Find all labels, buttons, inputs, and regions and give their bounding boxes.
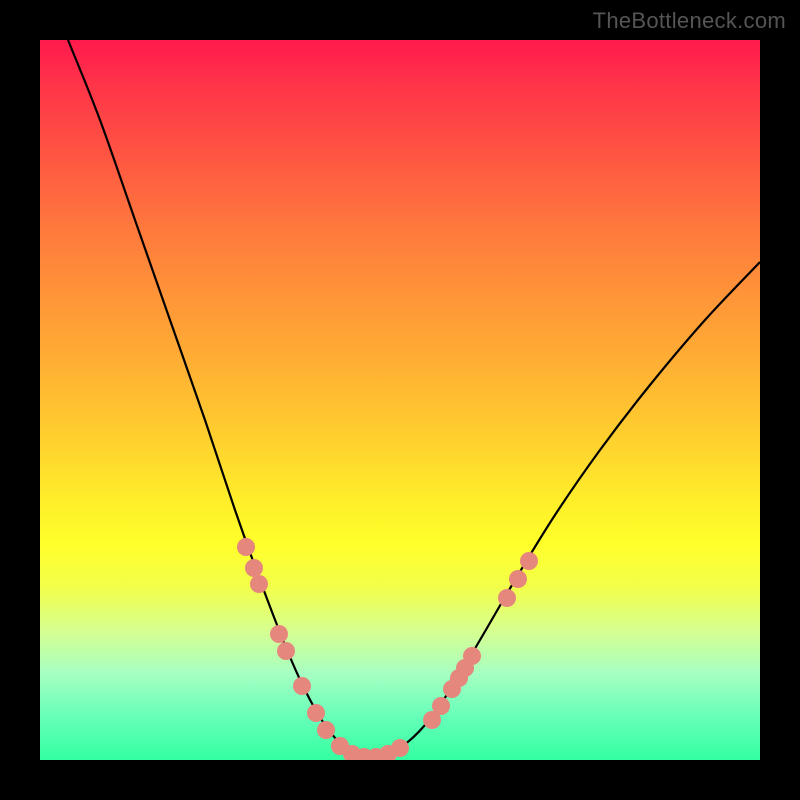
highlight-dot xyxy=(270,625,288,643)
highlight-dot xyxy=(520,552,538,570)
bottleneck-curve xyxy=(68,40,760,757)
highlight-dot xyxy=(391,739,409,757)
highlight-dot xyxy=(237,538,255,556)
highlight-dot xyxy=(245,559,263,577)
highlight-dot xyxy=(317,721,335,739)
plot-area xyxy=(40,40,760,760)
highlight-dot xyxy=(432,697,450,715)
highlight-dot xyxy=(509,570,527,588)
highlight-dot xyxy=(463,647,481,665)
highlight-dot xyxy=(277,642,295,660)
highlight-dot xyxy=(307,704,325,722)
highlight-dot xyxy=(293,677,311,695)
highlight-dot xyxy=(250,575,268,593)
highlight-dots-group xyxy=(237,538,538,760)
watermark-text: TheBottleneck.com xyxy=(593,8,786,34)
highlight-dot xyxy=(498,589,516,607)
chart-frame: TheBottleneck.com xyxy=(0,0,800,800)
curve-layer xyxy=(40,40,760,760)
